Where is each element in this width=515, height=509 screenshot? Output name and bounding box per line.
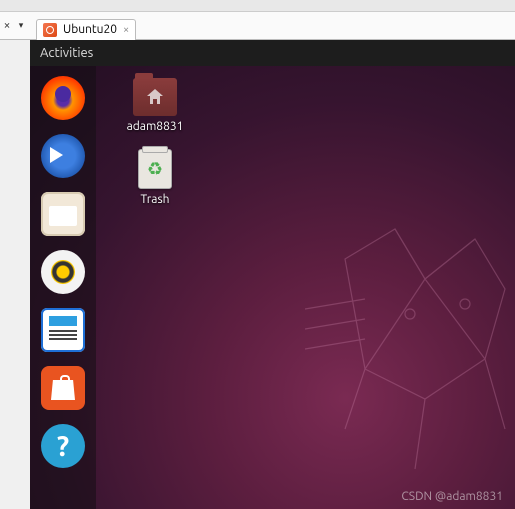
host-close-button[interactable]: × xyxy=(0,19,14,32)
desktop-icon-trash[interactable]: ♻ Trash xyxy=(115,149,195,206)
dock-files[interactable] xyxy=(41,192,85,236)
vm-window: Activities ? ad xyxy=(30,40,515,509)
watermark: CSDN @adam8831 xyxy=(401,490,503,503)
activities-button[interactable]: Activities xyxy=(40,46,93,60)
host-tabbar: × ▾ Ubuntu20 × xyxy=(0,12,515,40)
recycle-icon: ♻ xyxy=(139,150,171,188)
dock-help[interactable]: ? xyxy=(41,424,85,468)
wallpaper-art xyxy=(305,219,515,479)
dock-ubuntu-software[interactable] xyxy=(41,366,85,410)
vm-tab-ubuntu20[interactable]: Ubuntu20 × xyxy=(36,19,136,41)
dock-libreoffice-writer[interactable] xyxy=(41,308,85,352)
dock-firefox[interactable] xyxy=(41,76,85,120)
desktop-icon-home[interactable]: adam8831 xyxy=(115,78,195,133)
vm-tab-label: Ubuntu20 xyxy=(63,23,117,36)
dock: ? xyxy=(30,66,96,509)
desktop[interactable]: ? adam8831 ♻ Trash CSDN @adam8831 xyxy=(30,66,515,509)
dock-thunderbird[interactable] xyxy=(41,134,85,178)
host-dropdown[interactable]: ▾ xyxy=(14,20,28,31)
desktop-icon-label: Trash xyxy=(140,193,169,206)
ubuntu-icon xyxy=(43,23,57,37)
folder-icon xyxy=(133,78,177,116)
tab-close-button[interactable]: × xyxy=(123,24,129,36)
dock-rhythmbox[interactable] xyxy=(41,250,85,294)
trash-icon: ♻ xyxy=(138,149,172,189)
gnome-topbar: Activities xyxy=(30,40,515,66)
desktop-icon-label: adam8831 xyxy=(127,120,184,133)
home-icon xyxy=(145,87,165,107)
